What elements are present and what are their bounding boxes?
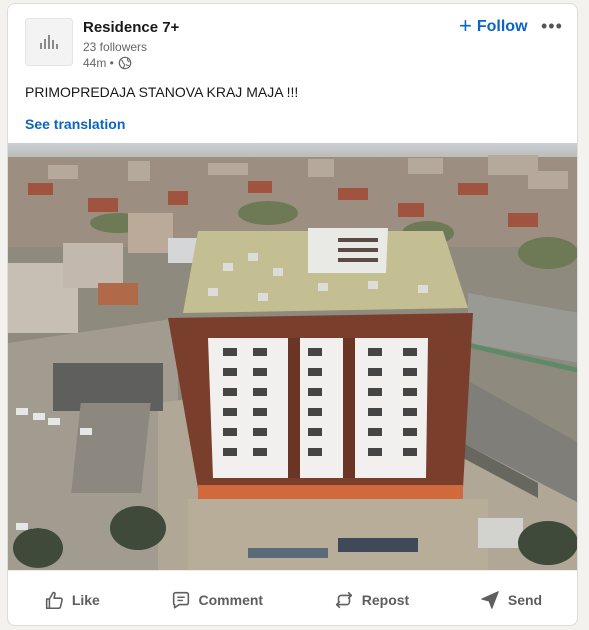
post-image[interactable] <box>8 143 578 570</box>
send-button[interactable]: Send <box>469 581 552 619</box>
post-actions-bar: Like Comment Repost Send <box>8 570 577 625</box>
follower-count: 23 followers <box>83 40 148 54</box>
follow-button[interactable]: + Follow <box>455 14 532 40</box>
see-translation-link[interactable]: See translation <box>25 116 125 132</box>
send-icon <box>481 590 499 609</box>
company-logo[interactable] <box>25 18 73 66</box>
repost-button[interactable]: Repost <box>323 581 419 619</box>
post-body-text: PRIMOPREDAJA STANOVA KRAJ MAJA !!! <box>25 84 299 100</box>
follow-label: Follow <box>476 18 528 35</box>
post-header: Residence 7+ 23 followers 44m • + Follow… <box>8 4 577 74</box>
building-logo-icon <box>33 35 65 49</box>
like-label: Like <box>71 591 100 608</box>
send-label: Send <box>507 591 543 608</box>
plus-icon: + <box>459 13 472 38</box>
repost-label: Repost <box>361 591 410 608</box>
more-icon[interactable]: ••• <box>541 16 563 37</box>
like-icon <box>45 591 63 609</box>
comment-label: Comment <box>198 591 264 608</box>
comment-button[interactable]: Comment <box>160 581 274 619</box>
comment-icon <box>172 591 189 609</box>
post-meta: 44m • <box>83 56 132 70</box>
globe-icon <box>118 56 132 70</box>
feed-post-card: Residence 7+ 23 followers 44m • + Follow… <box>7 3 578 626</box>
post-time: 44m • <box>83 56 114 70</box>
repost-icon <box>335 591 352 608</box>
like-button[interactable]: Like <box>33 581 110 619</box>
author-name[interactable]: Residence 7+ <box>83 19 179 36</box>
